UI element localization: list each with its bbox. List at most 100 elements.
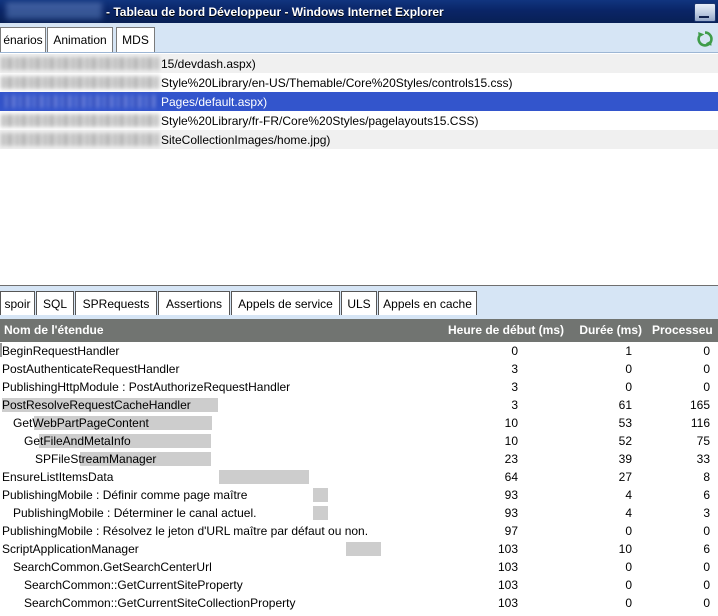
request-list-empty-area	[0, 163, 718, 285]
detail-tab-6[interactable]: Appels en cache	[378, 291, 477, 315]
cpu-value: 0	[703, 524, 710, 538]
scope-name: BeginRequestHandler	[2, 344, 120, 358]
start-time: 64	[504, 470, 518, 484]
column-header-start-time[interactable]: Heure de début (ms)	[446, 319, 564, 342]
scope-table: Nom de l'étendue Heure de début (ms) Dur…	[0, 319, 718, 616]
start-time: 3	[511, 362, 518, 376]
column-header-cpu[interactable]: Processeu	[652, 319, 713, 342]
cpu-value: 0	[703, 344, 710, 358]
table-row[interactable]: EnsureListItemsData 64 27 8	[0, 468, 718, 486]
request-row[interactable]: Pages/default.aspx)	[0, 92, 718, 111]
redacted-request-prefix	[1, 114, 159, 127]
column-header-duration[interactable]: Durée (ms)	[570, 319, 642, 342]
request-url: Style%20Library/fr-FR/Core%20Styles/page…	[161, 113, 479, 128]
request-url: Pages/default.aspx)	[161, 94, 268, 109]
table-row[interactable]: PostResolveRequestCacheHandler 3 61 165	[0, 396, 718, 414]
start-time: 97	[504, 524, 518, 538]
request-row[interactable]: SiteCollectionImages/home.jpg)	[0, 130, 718, 149]
request-url: Style%20Library/en-US/Themable/Core%20St…	[161, 75, 513, 90]
scope-name: EnsureListItemsData	[2, 470, 114, 484]
detail-tab-label: Assertions	[165, 296, 223, 311]
scope-name: SearchCommon.GetSearchCenterUrl	[13, 560, 212, 574]
duration-value: 0	[570, 612, 632, 616]
detail-tab-3[interactable]: Assertions	[158, 291, 230, 315]
start-time: 93	[504, 506, 518, 520]
table-row[interactable]: SearchCommon.GetSearchCenterUrl 103 0 0	[0, 558, 718, 576]
ribbon-tab-label: Animation	[53, 33, 107, 47]
duration-value: 10	[618, 542, 632, 556]
table-row[interactable]: PublishingHttpModule : PostAuthorizeRequ…	[0, 378, 718, 396]
duration-value: 53	[618, 416, 632, 430]
window-titlebar: - Tableau de bord Développeur - Windows …	[0, 0, 718, 23]
refresh-icon[interactable]	[696, 30, 714, 48]
detail-tab-1[interactable]: SQL	[36, 291, 74, 315]
detail-tab-label: Appels de service	[238, 296, 333, 311]
request-row[interactable]: 15/devdash.aspx)	[0, 54, 718, 73]
column-header-scope-name[interactable]: Nom de l'étendue	[4, 319, 104, 342]
cpu-value: 6	[703, 488, 710, 502]
request-url: SiteCollectionImages/home.jpg)	[161, 132, 331, 147]
duration-value: 4	[625, 506, 632, 520]
redacted-request-prefix	[1, 95, 159, 108]
cpu-value: 6	[703, 542, 710, 556]
minimize-button[interactable]	[694, 3, 716, 22]
scope-name: PublishingMobile : Résolvez le jeton d'U…	[2, 524, 369, 538]
detail-tab-2[interactable]: SPRequests	[75, 291, 157, 315]
duration-value: 1	[625, 344, 632, 358]
table-row[interactable]: PublishingMobile : Résolvez le jeton d'U…	[0, 522, 718, 540]
request-row[interactable]: Style%20Library/fr-FR/Core%20Styles/page…	[0, 111, 718, 130]
minimize-icon	[699, 16, 709, 18]
scope-name: SearchCommon.GetSearchCenterUrl : niveau…	[24, 612, 326, 616]
request-url: 15/devdash.aspx)	[161, 56, 256, 71]
duration-value: 0	[625, 596, 632, 610]
duration-value: 0	[625, 560, 632, 574]
start-time: 3	[511, 380, 518, 394]
ribbon-tab-0[interactable]: énarios	[0, 27, 46, 52]
start-time: 93	[504, 488, 518, 502]
scope-table-header: Nom de l'étendue Heure de début (ms) Dur…	[0, 319, 718, 342]
table-row[interactable]: GetWebPartPageContent 10 53 116	[0, 414, 718, 432]
table-row[interactable]: SPFileStreamManager 23 39 33	[0, 450, 718, 468]
table-row[interactable]: BeginRequestHandler 0 1 0	[0, 342, 718, 360]
table-row[interactable]: PostAuthenticateRequestHandler 3 0 0	[0, 360, 718, 378]
redacted-request-prefix	[1, 76, 159, 89]
scope-name: SPFileStreamManager	[35, 452, 157, 466]
table-row[interactable]: SearchCommon.GetSearchCenterUrl : niveau…	[0, 612, 718, 616]
request-list[interactable]: 15/devdash.aspx) Style%20Library/en-US/Th…	[0, 54, 718, 163]
scope-name: GetFileAndMetaInfo	[24, 434, 131, 448]
scope-name: SearchCommon::GetCurrentSiteProperty	[24, 578, 243, 592]
cpu-value: 116	[690, 416, 710, 430]
duration-value: 4	[625, 488, 632, 502]
table-row[interactable]: ScriptApplicationManager 103 10 6	[0, 540, 718, 558]
table-row[interactable]: SearchCommon::GetCurrentSiteCollectionPr…	[0, 594, 718, 612]
cpu-value: 0	[648, 612, 710, 616]
scope-name: PostResolveRequestCacheHandler	[2, 398, 191, 412]
ribbon-tab-label: énarios	[3, 33, 43, 47]
table-row[interactable]: GetFileAndMetaInfo 10 52 75	[0, 432, 718, 450]
detail-tab-label: ULS	[347, 296, 371, 311]
cpu-value: 33	[696, 452, 710, 466]
redacted-request-prefix	[1, 57, 159, 70]
redacted-title-prefix	[6, 3, 102, 20]
cpu-value: 75	[696, 434, 710, 448]
start-time: 10	[504, 434, 518, 448]
detail-tab-4[interactable]: Appels de service	[231, 291, 340, 315]
start-time: 10	[504, 416, 518, 430]
cpu-value: 0	[703, 362, 710, 376]
duration-value: 27	[618, 470, 632, 484]
detail-tab-5[interactable]: ULS	[341, 291, 377, 315]
duration-value: 0	[625, 380, 632, 394]
table-row[interactable]: SearchCommon::GetCurrentSiteProperty 103 0…	[0, 576, 718, 594]
detail-tabstrip: spoir SQL SPRequests Assertions Appels de se…	[0, 285, 718, 319]
ribbon-tab-2[interactable]: MDS	[116, 27, 155, 52]
detail-tab-label: spoir	[4, 296, 31, 311]
ribbon-tab-1[interactable]: Animation	[47, 27, 113, 52]
detail-tab-0[interactable]: spoir	[0, 291, 35, 315]
start-time: 103	[446, 612, 518, 616]
table-row[interactable]: PublishingMobile : Définir comme page ma…	[0, 486, 718, 504]
window-controls	[694, 3, 716, 22]
table-row[interactable]: PublishingMobile : Déterminer le canal a…	[0, 504, 718, 522]
scope-name: PostAuthenticateRequestHandler	[2, 362, 180, 376]
duration-value: 52	[618, 434, 632, 448]
request-row[interactable]: Style%20Library/en-US/Themable/Core%20St…	[0, 73, 718, 92]
